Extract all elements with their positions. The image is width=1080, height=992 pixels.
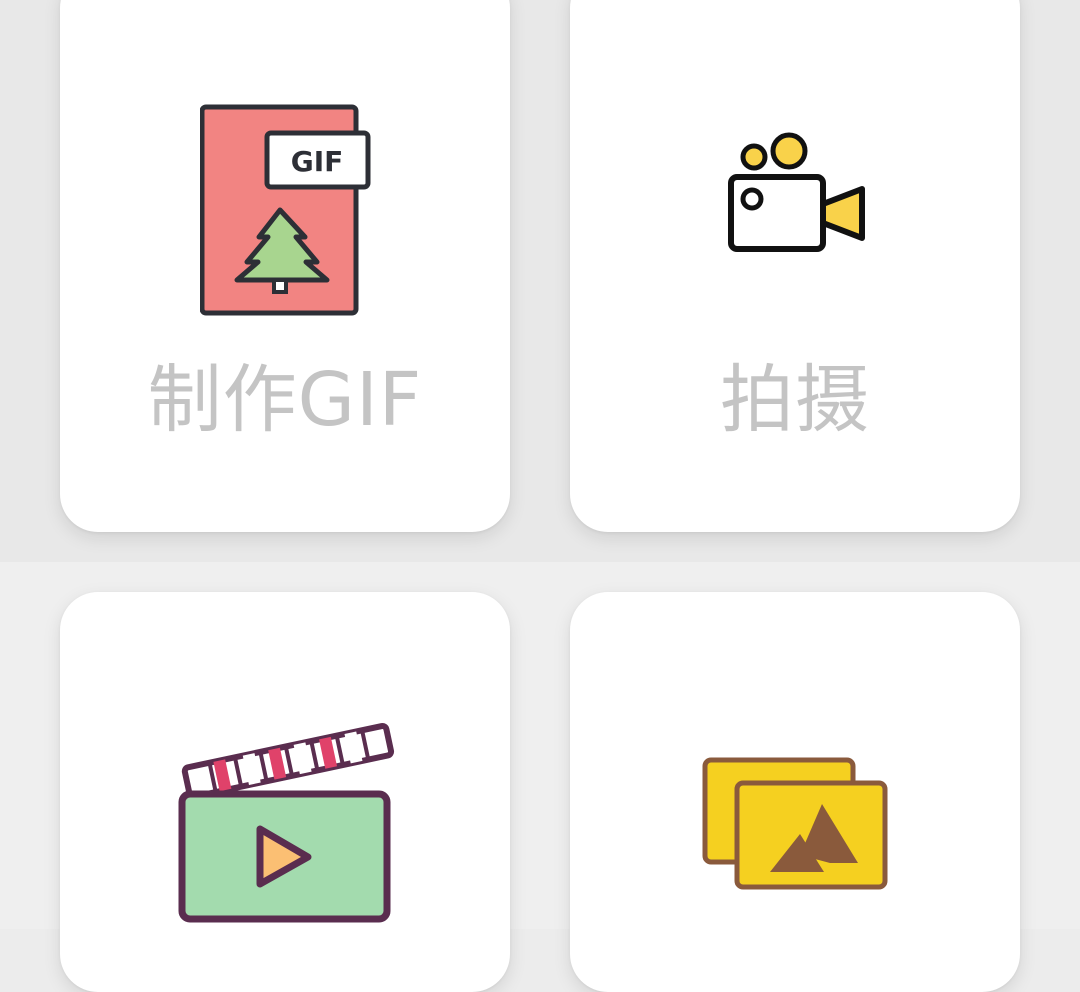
shoot-card[interactable]: 拍摄 <box>570 0 1020 532</box>
make-gif-card[interactable]: GIF 制作GIF <box>60 0 510 532</box>
shoot-label: 拍摄 <box>720 357 870 443</box>
photo-gallery-icon <box>702 757 888 890</box>
gif-file-icon: GIF <box>200 104 371 316</box>
video-card[interactable] <box>60 592 510 992</box>
make-gif-label: 制作GIF <box>147 357 423 443</box>
gallery-card[interactable] <box>570 592 1020 992</box>
video-camera-icon <box>728 132 865 252</box>
svg-text:GIF: GIF <box>291 145 344 178</box>
clapperboard-play-icon <box>178 723 395 923</box>
